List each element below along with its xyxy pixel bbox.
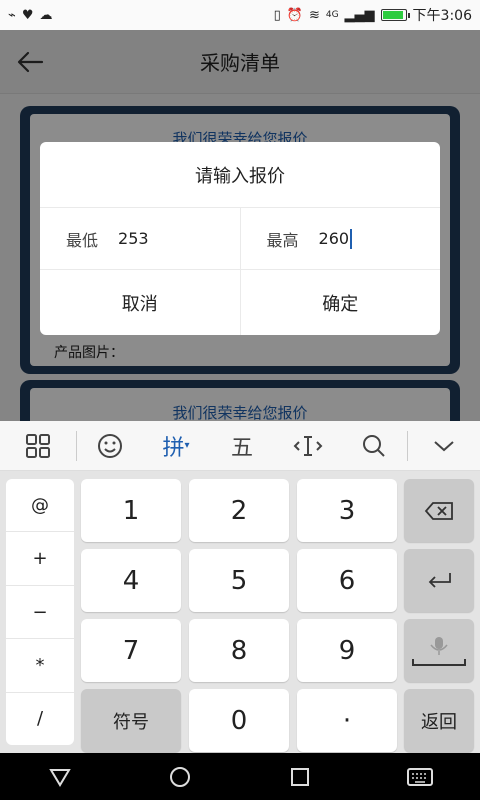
key-4[interactable]: 4 bbox=[81, 549, 181, 612]
space-key[interactable] bbox=[404, 619, 474, 682]
clock: 下午3:06 bbox=[412, 8, 472, 24]
dialog-title: 请输入报价 bbox=[40, 142, 440, 208]
key-at[interactable]: @ bbox=[6, 479, 74, 533]
vibrate-icon: ▯ bbox=[273, 7, 281, 23]
backspace-icon bbox=[424, 501, 453, 520]
key-dot[interactable]: · bbox=[297, 689, 397, 752]
heart-rate-icon: ♥ bbox=[21, 7, 34, 23]
network-type: 4G bbox=[325, 9, 339, 20]
key-5[interactable]: 5 bbox=[189, 549, 289, 612]
signal-icon: ▂▄▆ bbox=[344, 7, 375, 23]
key-6[interactable]: 6 bbox=[297, 549, 397, 612]
key-3[interactable]: 3 bbox=[297, 479, 397, 542]
usb-icon: ⌁ bbox=[8, 7, 16, 23]
key-minus[interactable]: − bbox=[6, 586, 74, 640]
smiley-icon[interactable] bbox=[77, 421, 143, 471]
status-bar: ⌁ ♥ ☁ ▯ ⏰ ≋ 4G ▂▄▆ 下午3:06 bbox=[0, 0, 480, 30]
back-key[interactable]: 返回 bbox=[404, 689, 474, 752]
wubi-mode[interactable]: 五 bbox=[209, 421, 275, 471]
alarm-icon: ⏰ bbox=[286, 7, 303, 23]
key-9[interactable]: 9 bbox=[297, 619, 397, 682]
key-plus[interactable]: + bbox=[6, 532, 74, 586]
min-value: 253 bbox=[118, 229, 149, 248]
symbol-key[interactable]: 符号 bbox=[81, 689, 181, 752]
caret-down-icon: ▾ bbox=[184, 440, 190, 451]
key-slash[interactable]: / bbox=[6, 693, 74, 745]
key-2[interactable]: 2 bbox=[189, 479, 289, 542]
circle-home-icon[interactable] bbox=[160, 757, 200, 797]
keyboard-icon[interactable] bbox=[400, 757, 440, 797]
grid-icon[interactable] bbox=[0, 421, 76, 471]
pinyin-label: 拼 bbox=[162, 435, 185, 461]
enter-icon bbox=[428, 572, 451, 588]
confirm-button[interactable]: 确定 bbox=[239, 270, 441, 335]
key-8[interactable]: 8 bbox=[189, 619, 289, 682]
text-cursor bbox=[350, 228, 353, 249]
square-recent-icon[interactable] bbox=[280, 757, 320, 797]
wifi-icon: ≋ bbox=[308, 7, 320, 23]
backspace-key[interactable] bbox=[404, 479, 474, 542]
min-price-field[interactable]: 最低 253 bbox=[40, 208, 240, 269]
pinyin-mode[interactable]: 拼 ▾ bbox=[143, 421, 209, 471]
search-icon[interactable] bbox=[341, 421, 407, 471]
price-dialog: 请输入报价 最低 253 最高 260 取消 确定 bbox=[40, 142, 440, 335]
cursor-icon[interactable] bbox=[275, 421, 341, 471]
cloud-icon: ☁ bbox=[39, 7, 53, 23]
cancel-button[interactable]: 取消 bbox=[40, 270, 240, 335]
max-value: 260 bbox=[318, 229, 350, 248]
chevron-down-icon[interactable] bbox=[408, 421, 480, 471]
microphone-icon bbox=[412, 636, 466, 666]
keyboard: 拼 ▾ 五 @ + − * / 1 2 3 4 5 6 7 8 9 符号 0 · … bbox=[0, 421, 480, 753]
max-label: 最高 bbox=[266, 230, 299, 250]
key-1[interactable]: 1 bbox=[81, 479, 181, 542]
key-7[interactable]: 7 bbox=[81, 619, 181, 682]
min-label: 最低 bbox=[66, 230, 99, 250]
battery-icon bbox=[380, 9, 410, 21]
keyboard-toolbar: 拼 ▾ 五 bbox=[0, 421, 480, 471]
symbol-column: @ + − * / bbox=[6, 479, 74, 745]
triangle-back-icon[interactable] bbox=[40, 757, 80, 797]
key-0[interactable]: 0 bbox=[189, 689, 289, 752]
key-asterisk[interactable]: * bbox=[6, 639, 74, 693]
enter-key[interactable] bbox=[404, 549, 474, 612]
navigation-bar bbox=[0, 753, 480, 800]
max-price-field[interactable]: 最高 260 bbox=[239, 208, 441, 269]
